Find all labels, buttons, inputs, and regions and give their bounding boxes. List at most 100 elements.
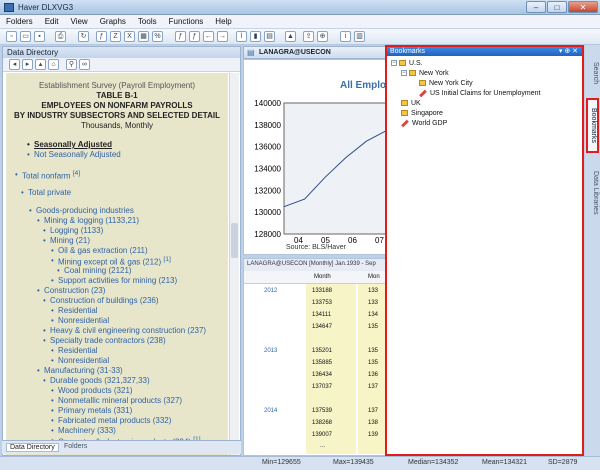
grid-icon[interactable]: ▤ bbox=[264, 31, 275, 42]
tab-data-directory[interactable]: Data Directory bbox=[6, 443, 59, 452]
function-icon[interactable]: ƒ bbox=[175, 31, 186, 42]
function2-icon[interactable]: ƒ bbox=[189, 31, 200, 42]
library-icon[interactable]: ▥ bbox=[354, 31, 365, 42]
tree-item[interactable]: • Total private bbox=[21, 188, 71, 197]
arrow-left-icon[interactable]: ← bbox=[203, 31, 214, 42]
grid-cell[interactable]: 139007 bbox=[312, 432, 332, 438]
fx-icon[interactable]: ƒ bbox=[96, 31, 107, 42]
back-icon[interactable]: ◂ bbox=[9, 59, 20, 70]
grid-cell[interactable]: 135201 bbox=[312, 348, 332, 354]
refresh-icon[interactable]: ↻ bbox=[78, 31, 89, 42]
bookmark-folder[interactable]: − New York bbox=[401, 69, 449, 78]
grid-cell[interactable]: 135 bbox=[368, 360, 378, 366]
bookmarks-close-icon[interactable]: ▾ ⊕ ✕ bbox=[559, 47, 578, 56]
tab-folders[interactable]: Folders bbox=[64, 443, 87, 450]
tree-item[interactable]: • Total nonfarm [4] bbox=[15, 170, 80, 181]
grid-cell[interactable]: 136434 bbox=[312, 372, 332, 378]
tree-item[interactable]: • Fabricated metal products (332) bbox=[51, 416, 171, 425]
grid-cell[interactable]: 134 bbox=[368, 312, 378, 318]
tree-item[interactable]: • Specialty trade contractors (238) bbox=[43, 336, 166, 345]
scroll-thumb[interactable] bbox=[231, 223, 238, 258]
tree-item[interactable]: • Residential bbox=[51, 346, 98, 355]
grid-cell[interactable]: 135 bbox=[368, 324, 378, 330]
open-icon[interactable]: ▭ bbox=[20, 31, 31, 42]
grid-cell[interactable]: 134647 bbox=[312, 324, 332, 330]
bookmark-folder[interactable]: UK bbox=[401, 99, 421, 108]
export-icon[interactable]: ⇪ bbox=[303, 31, 314, 42]
tab-data-libraries[interactable]: Data Libraries bbox=[586, 160, 599, 225]
tree-item[interactable]: • Logging (1133) bbox=[43, 226, 103, 235]
grid-cell[interactable]: 135885 bbox=[312, 360, 332, 366]
tree-item[interactable]: • Coal mining (2121) bbox=[57, 266, 132, 275]
menu-help[interactable]: Help bbox=[209, 15, 237, 26]
chart-type-icon[interactable]: X bbox=[124, 31, 135, 42]
format-icon[interactable]: Z bbox=[110, 31, 121, 42]
option-not-seasonally-adjusted[interactable]: • Not Seasonally Adjusted bbox=[27, 150, 121, 159]
tree-item[interactable]: • Nonresidential bbox=[51, 316, 109, 325]
line-chart-icon[interactable]: ⌇ bbox=[236, 31, 247, 42]
graph-tab[interactable]: LANAGRA@USECON ▤ bbox=[243, 46, 388, 59]
menu-folders[interactable]: Folders bbox=[0, 15, 39, 26]
tree-item[interactable]: • Goods-producing industries bbox=[29, 206, 134, 215]
tree-item[interactable]: • Primary metals (331) bbox=[51, 406, 132, 415]
bookmark-series[interactable]: World GDP bbox=[401, 119, 447, 128]
bookmark-folder[interactable]: New York City bbox=[419, 79, 473, 88]
table-icon[interactable]: ▦ bbox=[138, 31, 149, 42]
minimize-button[interactable]: – bbox=[526, 1, 546, 13]
bookmark-series[interactable]: US Initial Claims for Unemployment bbox=[419, 89, 540, 98]
tree-item[interactable]: • Wood products (321) bbox=[51, 386, 133, 395]
binoculars-icon[interactable]: ∞ bbox=[79, 59, 90, 70]
tree-item[interactable]: • Construction (23) bbox=[37, 286, 105, 295]
tree-item[interactable]: • Oil & gas extraction (211) bbox=[51, 246, 148, 255]
grid-cell[interactable]: 133753 bbox=[312, 300, 332, 306]
tree-item[interactable]: • Heavy & civil engineering construction … bbox=[43, 326, 206, 335]
menu-tools[interactable]: Tools bbox=[132, 15, 163, 26]
up-icon[interactable]: ▴ bbox=[35, 59, 46, 70]
close-button[interactable]: ✕ bbox=[568, 1, 598, 13]
tree-item[interactable]: • Support activities for mining (213) bbox=[51, 276, 177, 285]
bar-chart-icon[interactable]: ▮ bbox=[250, 31, 261, 42]
find-icon[interactable]: ⚲ bbox=[66, 59, 77, 70]
grid-cell[interactable]: 136 bbox=[368, 372, 378, 378]
tree-item[interactable]: • Residential bbox=[51, 306, 98, 315]
menu-graphs[interactable]: Graphs bbox=[94, 15, 132, 26]
tree-item[interactable]: • Mining & logging (1133,21) bbox=[37, 216, 139, 225]
grid-cell[interactable]: 135 bbox=[368, 348, 378, 354]
forward-icon[interactable]: ▸ bbox=[22, 59, 33, 70]
tree-item[interactable]: • Machinery (333) bbox=[51, 426, 116, 435]
tab-bookmarks[interactable]: Bookmarks bbox=[586, 98, 599, 153]
arrow-right-icon[interactable]: → bbox=[217, 31, 228, 42]
grid-cell[interactable]: 139 bbox=[368, 432, 378, 438]
grid-cell[interactable]: 138268 bbox=[312, 420, 332, 426]
bookmark-folder[interactable]: Singapore bbox=[401, 109, 443, 118]
tree-item[interactable]: • Nonmetallic mineral products (327) bbox=[51, 396, 182, 405]
tree-item[interactable]: • Durable goods (321,327,33) bbox=[43, 376, 150, 385]
bookmark-folder[interactable]: − U.S. bbox=[391, 59, 423, 68]
grid-cell[interactable]: 137 bbox=[368, 384, 378, 390]
grid-cell[interactable]: 133188 bbox=[312, 288, 332, 294]
series-icon[interactable]: % bbox=[152, 31, 163, 42]
grid-cell[interactable]: 137037 bbox=[312, 384, 332, 390]
new-icon[interactable]: ▫ bbox=[6, 31, 17, 42]
maximize-button[interactable]: □ bbox=[547, 1, 567, 13]
option-seasonally-adjusted[interactable]: • Seasonally Adjusted bbox=[27, 140, 112, 149]
grid-cell[interactable]: 137 bbox=[368, 408, 378, 414]
tab-search[interactable]: Search bbox=[586, 53, 599, 93]
tree-item[interactable]: • Mining (21) bbox=[43, 236, 90, 245]
chart-icon[interactable]: ▲ bbox=[285, 31, 296, 42]
info-icon[interactable]: i bbox=[340, 31, 351, 42]
tree-item[interactable]: • Nonresidential bbox=[51, 356, 109, 365]
grid-cell[interactable]: 134111 bbox=[312, 312, 331, 318]
print-icon[interactable]: ⎙ bbox=[55, 31, 66, 42]
grid-cell[interactable]: 138 bbox=[368, 420, 378, 426]
tree-item[interactable]: • Construction of buildings (236) bbox=[43, 296, 159, 305]
home-icon[interactable]: ⌂ bbox=[48, 59, 59, 70]
grid-cell[interactable]: 137539 bbox=[312, 408, 332, 414]
grid-cell[interactable]: 133 bbox=[368, 288, 378, 294]
directory-scrollbar[interactable] bbox=[229, 73, 239, 455]
grid-cell[interactable]: 133 bbox=[368, 300, 378, 306]
menu-edit[interactable]: Edit bbox=[39, 15, 65, 26]
save-icon[interactable]: ▪ bbox=[34, 31, 45, 42]
menu-view[interactable]: View bbox=[64, 15, 93, 26]
menu-functions[interactable]: Functions bbox=[163, 15, 210, 26]
